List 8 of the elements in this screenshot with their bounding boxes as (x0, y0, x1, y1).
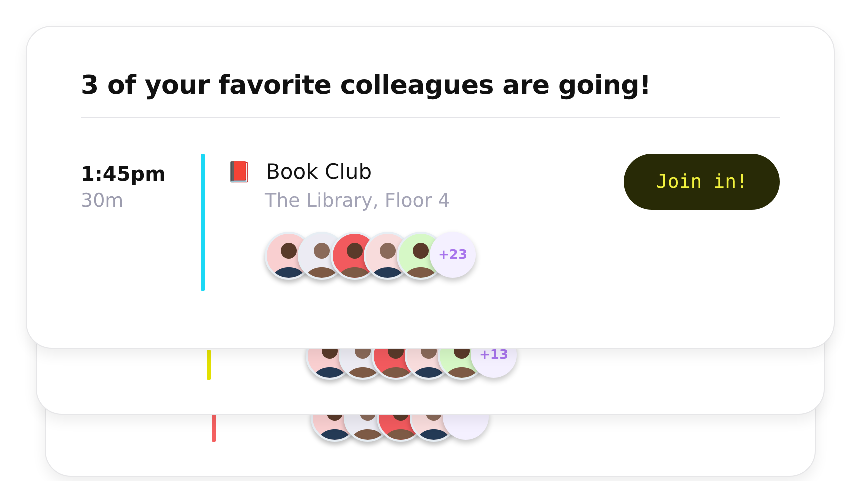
event-duration: 30m (81, 190, 125, 212)
attendee-count: +23 (430, 232, 476, 278)
join-button[interactable]: Join in! (624, 154, 780, 210)
card-title: 3 of your favorite colleagues are going! (81, 71, 780, 118)
event-location: The Library, Floor 4 (264, 190, 452, 212)
book-icon: 📕 (227, 160, 252, 184)
event-name: Book Club (266, 160, 372, 184)
event-time: 1:45pm (81, 162, 167, 186)
